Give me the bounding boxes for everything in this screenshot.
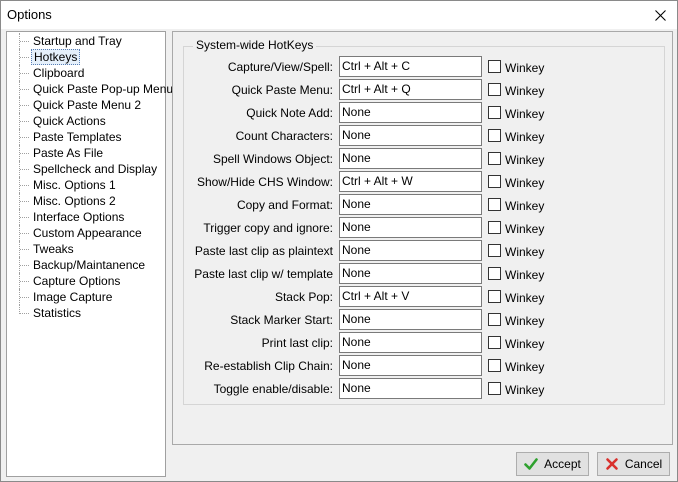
hotkey-row: Quick Paste Menu: Ctrl + Alt + Q Winkey	[0, 79, 678, 101]
winkey-label: Winkey	[505, 222, 545, 236]
hotkey-input[interactable]: None	[339, 309, 482, 330]
hotkey-row: Print last clip: None Winkey	[0, 332, 678, 354]
hotkey-row: Toggle enable/disable: None Winkey	[0, 378, 678, 400]
hotkey-row: Re-establish Clip Chain: None Winkey	[0, 355, 678, 377]
cancel-label: Cancel	[624, 457, 663, 471]
accept-button[interactable]: Accept	[516, 452, 589, 476]
hotkey-input[interactable]: None	[339, 125, 482, 146]
hotkey-input[interactable]: None	[339, 217, 482, 238]
hotkey-label: Paste last clip w/ template	[194, 267, 333, 281]
winkey-checkbox[interactable]	[488, 359, 501, 372]
hotkey-input[interactable]: Ctrl + Alt + W	[339, 171, 482, 192]
winkey-label: Winkey	[505, 84, 545, 98]
hotkey-row: Paste last clip w/ template None Winkey	[0, 263, 678, 285]
hotkey-input[interactable]: None	[339, 355, 482, 376]
winkey-checkbox[interactable]	[488, 129, 501, 142]
winkey-label: Winkey	[505, 360, 545, 374]
winkey-label: Winkey	[505, 245, 545, 259]
winkey-label: Winkey	[505, 383, 545, 397]
winkey-checkbox[interactable]	[488, 198, 501, 211]
accept-label: Accept	[544, 457, 581, 471]
groupbox-title: System-wide HotKeys	[193, 38, 317, 52]
hotkey-row: Capture/View/Spell: Ctrl + Alt + C Winkey	[0, 56, 678, 78]
cancel-button[interactable]: Cancel	[597, 452, 670, 476]
winkey-checkbox[interactable]	[488, 290, 501, 303]
hotkey-input[interactable]: None	[339, 263, 482, 284]
hotkey-row: Trigger copy and ignore: None Winkey	[0, 217, 678, 239]
winkey-checkbox[interactable]	[488, 175, 501, 188]
hotkey-row: Copy and Format: None Winkey	[0, 194, 678, 216]
hotkey-label: Capture/View/Spell:	[227, 60, 333, 74]
winkey-label: Winkey	[505, 199, 545, 213]
winkey-checkbox[interactable]	[488, 106, 501, 119]
window-title: Options	[7, 7, 52, 22]
hotkey-input[interactable]: None	[339, 194, 482, 215]
hotkey-row: Stack Pop: Ctrl + Alt + V Winkey	[0, 286, 678, 308]
winkey-label: Winkey	[505, 291, 545, 305]
tree-item[interactable]: Startup and Tray	[7, 33, 165, 49]
hotkey-label: Stack Marker Start:	[230, 313, 333, 327]
hotkey-row: Paste last clip as plaintext None Winkey	[0, 240, 678, 262]
winkey-label: Winkey	[505, 337, 545, 351]
winkey-label: Winkey	[505, 107, 545, 121]
hotkey-label: Count Characters:	[235, 129, 333, 143]
winkey-label: Winkey	[505, 314, 545, 328]
hotkey-input[interactable]: None	[339, 378, 482, 399]
hotkey-input[interactable]: Ctrl + Alt + C	[339, 56, 482, 77]
winkey-checkbox[interactable]	[488, 83, 501, 96]
winkey-checkbox[interactable]	[488, 267, 501, 280]
hotkey-row: Count Characters: None Winkey	[0, 125, 678, 147]
winkey-checkbox[interactable]	[488, 382, 501, 395]
hotkey-label: Trigger copy and ignore:	[203, 221, 333, 235]
hotkey-label: Copy and Format:	[236, 198, 333, 212]
hotkey-input[interactable]: None	[339, 240, 482, 261]
hotkey-input[interactable]: None	[339, 332, 482, 353]
close-icon	[654, 9, 666, 21]
winkey-checkbox[interactable]	[488, 60, 501, 73]
hotkey-label: Re-establish Clip Chain:	[204, 359, 333, 373]
hotkey-input[interactable]: Ctrl + Alt + Q	[339, 79, 482, 100]
hotkey-input[interactable]: Ctrl + Alt + V	[339, 286, 482, 307]
hotkey-label: Spell Windows Object:	[212, 152, 333, 166]
hotkey-label: Stack Pop:	[274, 290, 333, 304]
hotkey-label: Toggle enable/disable:	[213, 382, 333, 396]
checkmark-icon	[524, 458, 538, 470]
hotkey-row: Quick Note Add: None Winkey	[0, 102, 678, 124]
hotkey-label: Show/Hide CHS Window:	[196, 175, 333, 189]
hotkey-row: Show/Hide CHS Window: Ctrl + Alt + W Winke…	[0, 171, 678, 193]
close-button[interactable]	[643, 1, 677, 29]
winkey-checkbox[interactable]	[488, 221, 501, 234]
hotkey-label: Quick Paste Menu:	[231, 83, 333, 97]
hotkey-label: Print last clip:	[261, 336, 333, 350]
winkey-label: Winkey	[505, 61, 545, 75]
hotkey-row: Stack Marker Start: None Winkey	[0, 309, 678, 331]
winkey-checkbox[interactable]	[488, 313, 501, 326]
tree-connector-line	[19, 33, 29, 49]
hotkey-label: Quick Note Add:	[246, 106, 333, 120]
winkey-label: Winkey	[505, 130, 545, 144]
winkey-checkbox[interactable]	[488, 244, 501, 257]
hotkey-row: Spell Windows Object: None Winkey	[0, 148, 678, 170]
tree-item-label: Startup and Tray	[33, 34, 122, 48]
cancel-x-icon	[606, 458, 618, 470]
winkey-checkbox[interactable]	[488, 152, 501, 165]
title-bar: Options	[1, 1, 677, 29]
winkey-label: Winkey	[505, 268, 545, 282]
winkey-checkbox[interactable]	[488, 336, 501, 349]
hotkey-input[interactable]: None	[339, 102, 482, 123]
winkey-label: Winkey	[505, 153, 545, 167]
winkey-label: Winkey	[505, 176, 545, 190]
hotkey-input[interactable]: None	[339, 148, 482, 169]
hotkey-label: Paste last clip as plaintext	[194, 244, 333, 258]
